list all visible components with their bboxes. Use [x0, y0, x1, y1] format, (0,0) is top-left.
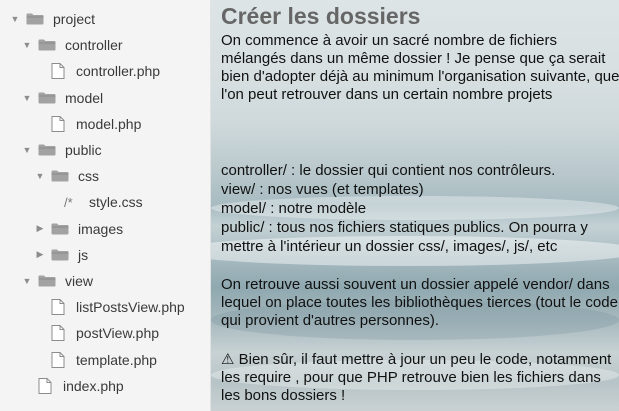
- tree-folder[interactable]: ▼ controller: [0, 32, 210, 58]
- tree-folder[interactable]: ▶ images: [0, 216, 210, 242]
- tree-item-label: postView.php: [76, 325, 160, 342]
- tree-item-label: index.php: [63, 377, 124, 394]
- tree-item-label: model: [65, 89, 104, 106]
- tree-file[interactable]: template.php: [0, 347, 210, 373]
- tree-folder[interactable]: ▼ project: [0, 6, 210, 32]
- folder-icon: [51, 223, 69, 235]
- tree-item-label: style.css: [89, 194, 143, 211]
- file-icon: [51, 299, 65, 316]
- vendor-paragraph: On retrouve aussi souvent un dossier app…: [221, 276, 618, 329]
- tree-item-label: controller.php: [76, 63, 161, 80]
- warning-paragraph: ⚠ Bien sûr, il faut mettre à jour un peu…: [221, 351, 612, 404]
- folder-icon: [38, 144, 56, 156]
- tree-item-label: view: [65, 273, 94, 289]
- file-icon: [51, 351, 65, 368]
- tree-folder[interactable]: ▼ view: [0, 268, 210, 294]
- folder-icon: [26, 13, 44, 25]
- article-panel: Créer les dossiers On commence à avoir u…: [211, 0, 619, 411]
- tree-item-label: model.php: [76, 115, 142, 132]
- tree-file[interactable]: postView.php: [0, 320, 210, 346]
- file-tree: ▼ project ▼ controller controller.php ▼ model m…: [0, 0, 211, 411]
- folder-icon: [38, 92, 56, 104]
- tree-item-label: public: [65, 142, 102, 158]
- tree-folder[interactable]: ▼ css: [0, 163, 210, 189]
- tree-folder[interactable]: ▼ model: [0, 85, 210, 111]
- chevron-down-icon[interactable]: ▼: [22, 145, 32, 155]
- folder-icon: [38, 39, 56, 51]
- file-icon: [51, 63, 65, 80]
- chevron-down-icon[interactable]: ▼: [10, 14, 20, 24]
- chevron-down-icon[interactable]: ▼: [35, 171, 45, 181]
- list-item: •view/ : nos vues (et templates): [211, 181, 424, 198]
- tree-item-label: images: [78, 220, 124, 237]
- tree-folder[interactable]: ▶ js: [0, 242, 210, 268]
- list-item: •public/ : tous nos fichiers statiques p…: [211, 219, 588, 255]
- tree-file[interactable]: model.php: [0, 111, 210, 137]
- folder-icon: [51, 249, 69, 261]
- tree-file[interactable]: controller.php: [0, 58, 210, 84]
- tree-item-label: template.php: [76, 351, 157, 368]
- tree-item-label: listPostsView.php: [76, 299, 185, 316]
- folder-icon: [38, 275, 56, 287]
- article-title: Créer les dossiers: [221, 3, 421, 29]
- tree-item-label: js: [78, 246, 89, 263]
- tree-item-label: controller: [65, 37, 123, 54]
- tree-item-label: project: [53, 11, 96, 27]
- folder-list: •controller/ : le dossier qui contient n…: [211, 161, 619, 256]
- file-icon: [51, 325, 65, 342]
- tree-item-label: css: [78, 168, 99, 185]
- tree-folder[interactable]: ▼ public: [0, 137, 210, 163]
- file-icon: [38, 377, 52, 394]
- chevron-down-icon[interactable]: ▼: [22, 93, 32, 103]
- list-item: •model/ : notre modèle: [211, 200, 367, 217]
- intro-paragraph: On commence à avoir un sacré nombre de f…: [221, 32, 619, 103]
- folder-icon: [51, 170, 69, 182]
- chevron-right-icon[interactable]: ▶: [35, 249, 45, 260]
- css-file-icon: /*: [64, 194, 73, 210]
- chevron-down-icon[interactable]: ▼: [22, 276, 32, 286]
- tree-file[interactable]: /* style.css: [0, 189, 210, 215]
- chevron-down-icon[interactable]: ▼: [22, 40, 32, 50]
- file-icon: [51, 115, 65, 132]
- chevron-right-icon[interactable]: ▶: [35, 223, 45, 234]
- tree-file[interactable]: listPostsView.php: [0, 294, 210, 320]
- list-item: •controller/ : le dossier qui contient n…: [211, 162, 556, 179]
- tree-file[interactable]: index.php: [0, 373, 210, 399]
